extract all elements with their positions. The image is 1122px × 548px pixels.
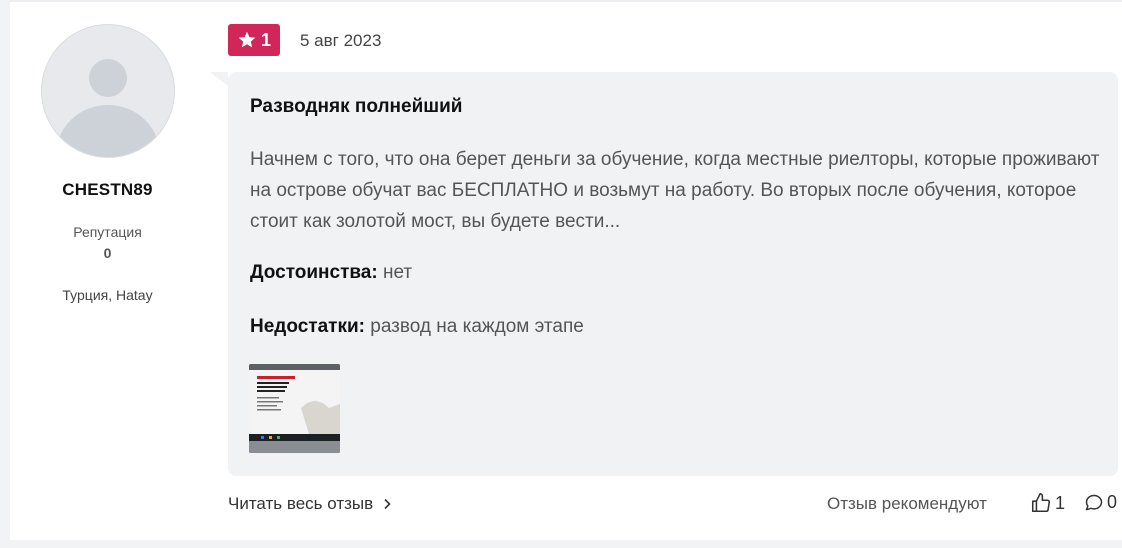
comments-button[interactable]: 0	[1084, 492, 1117, 513]
review-cons: Недостатки: развод на каждом этапе	[250, 316, 584, 338]
review-body: Разводняк полнейший Начнем с того, что о…	[210, 72, 1118, 476]
comment-icon	[1085, 494, 1103, 510]
rating-value: 1	[260, 29, 271, 50]
read-full-review-link[interactable]: Читать весь отзыв	[228, 494, 391, 514]
cons-label: Недостатки:	[250, 316, 365, 337]
star-icon	[238, 31, 256, 48]
photo-image	[249, 364, 340, 453]
avatar-placeholder-icon[interactable]	[41, 24, 175, 158]
reputation-label: Репутация	[73, 224, 142, 240]
review-card: CHESTN89 Репутация 0 Турция, Hatay 1 5 а…	[10, 0, 1122, 540]
chevron-right-icon	[384, 498, 391, 510]
read-more-label: Читать весь отзыв	[228, 494, 374, 513]
comments-count: 0	[1107, 492, 1118, 512]
likes-count: 1	[1055, 492, 1066, 513]
pros-value: нет	[382, 262, 413, 283]
pros-label: Достоинства:	[250, 262, 378, 283]
reputation-value: 0	[103, 245, 112, 261]
review-pros: Достоинства: нет	[250, 262, 412, 284]
author-location: Турция, Hatay	[62, 287, 153, 303]
review-date: 5 авг 2023	[300, 31, 382, 50]
review-text[interactable]: Начнем с того, что она берет деньги за о…	[250, 144, 1110, 237]
avatar-body	[56, 105, 160, 157]
recommend-label: Отзыв рекомендуют	[827, 494, 987, 513]
thumbs-up-icon	[1031, 493, 1051, 513]
review-title[interactable]: Разводняк полнейший	[250, 96, 462, 118]
divider	[10, 0, 1122, 2]
avatar-head	[89, 59, 127, 97]
rating-badge: 1	[228, 24, 280, 56]
cons-value: развод на каждом этапе	[370, 316, 584, 337]
author-username[interactable]: CHESTN89	[10, 180, 205, 200]
like-button[interactable]: 1	[1030, 492, 1065, 514]
review-photo-thumbnail[interactable]	[249, 364, 340, 453]
